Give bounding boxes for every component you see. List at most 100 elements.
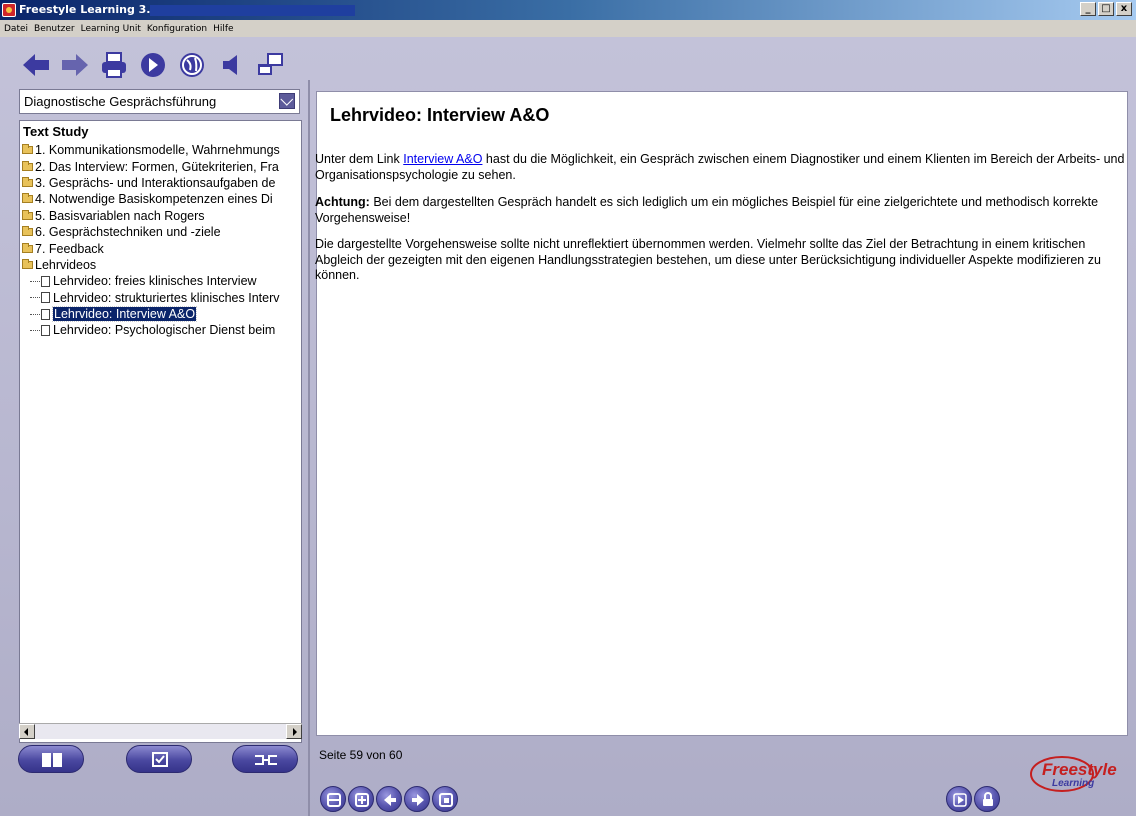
menu-benutzer[interactable]: Benutzer [31, 24, 78, 34]
tree-item-label: Lehrvideos [35, 257, 97, 272]
tree-item[interactable]: 4. Notwendige Basiskompetenzen eines Di [22, 191, 301, 207]
tree-title: Text Study [23, 124, 89, 139]
bookmark-button[interactable] [135, 48, 171, 82]
speaker-button[interactable] [213, 48, 249, 82]
play-icon [953, 793, 967, 807]
tree-item[interactable]: 6. Gesprächstechniken und -ziele [22, 224, 301, 240]
menu-hilfe[interactable]: Hilfe [210, 24, 236, 34]
menu-datei[interactable]: Datei [1, 24, 31, 34]
page-icon [41, 275, 50, 287]
tree-item-label: 6. Gesprächstechniken und -ziele [35, 225, 221, 240]
folder-icon [22, 209, 33, 220]
book-view-button[interactable] [18, 745, 84, 773]
folder-icon [22, 160, 33, 171]
tree-item-label: Lehrvideo: Interview A&O [51, 306, 198, 323]
overview-icon [439, 793, 453, 807]
forward-button[interactable] [57, 48, 93, 82]
panel-divider[interactable] [308, 80, 310, 816]
tree-item[interactable]: 1. Kommunikationsmodelle, Wahrnehmungs [22, 142, 301, 158]
tree-item-selected[interactable]: Lehrvideo: Interview A&O [22, 306, 301, 323]
bookmark-icon [141, 53, 165, 77]
folder-icon [22, 242, 33, 253]
tree-item[interactable]: Lehrvideo: Psychologischer Dienst beim [22, 322, 301, 338]
back-button[interactable] [18, 48, 54, 82]
page-counter: Seite 59 von 60 [319, 748, 403, 762]
course-select[interactable]: Diagnostische Gesprächsführung [19, 89, 300, 114]
tree-item[interactable]: 7. Feedback [22, 240, 301, 256]
print-button[interactable] [96, 48, 132, 82]
tree-item-label: Lehrvideo: Psychologischer Dienst beim [53, 323, 276, 338]
folder-icon [22, 226, 33, 237]
collapse-icon [327, 793, 341, 807]
arrow-left-icon [384, 794, 396, 806]
menu-bar: Datei Benutzer Learning Unit Konfigurati… [0, 20, 1136, 37]
folder-open-icon [22, 258, 33, 269]
window-icon [258, 53, 283, 75]
tree-item[interactable]: Lehrvideo: freies klinisches Interview [22, 273, 301, 289]
intro-paragraph-text: Unter dem Link Interview A&O hast du die… [315, 152, 1127, 183]
tree-item[interactable]: Lehrvideos [22, 257, 301, 273]
title-bar: Freestyle Learning 3.5 - _ □ x [0, 0, 1136, 20]
tree-item[interactable]: 5. Basisvariablen nach Rogers [22, 208, 301, 224]
maximize-button[interactable]: □ [1098, 2, 1114, 16]
overview-button[interactable] [432, 786, 458, 812]
title-redaction [150, 5, 355, 16]
menu-learning-unit[interactable]: Learning Unit [78, 24, 144, 34]
svg-text:Learning: Learning [1052, 778, 1094, 789]
tree-item[interactable]: Lehrvideo: strukturiertes klinisches Int… [22, 290, 301, 306]
connect-view-button[interactable] [232, 745, 298, 773]
svg-text:Freestyle: Freestyle [1042, 760, 1117, 779]
course-select-value: Diagnostische Gesprächsführung [24, 94, 217, 109]
tree-item-label: 2. Das Interview: Formen, Gütekriterien,… [35, 159, 279, 174]
checkbox-view-button[interactable] [126, 745, 192, 773]
close-button[interactable]: x [1116, 2, 1132, 16]
toolbar [18, 48, 291, 82]
lock-button[interactable] [974, 786, 1000, 812]
page-icon [41, 324, 50, 336]
folder-icon [22, 193, 33, 204]
freestyle-learning-logo: Freestyle Learning [1030, 756, 1117, 792]
arrow-right-icon [412, 794, 424, 806]
globe-button[interactable] [174, 48, 210, 82]
content-panel: Lehrvideo: Interview A&O Unter dem Link … [315, 91, 1128, 736]
warning-paragraph: Achtung: Bei dem dargestellten Gespräch … [315, 195, 1127, 226]
tree-item-label: Lehrvideo: freies klinisches Interview [53, 274, 257, 289]
warning-text: Bei dem dargestellten Gespräch handelt e… [315, 195, 1099, 225]
tree-item-label: 1. Kommunikationsmodelle, Wahrnehmungs [35, 143, 280, 158]
intro-text: Unter dem Link [315, 152, 404, 166]
tree-item[interactable]: 2. Das Interview: Formen, Gütekriterien,… [22, 158, 301, 174]
folder-icon [22, 144, 33, 155]
book-icon [42, 753, 62, 767]
page-icon [41, 292, 50, 304]
method-paragraph: Die dargestellte Vorgehensweise sollte n… [315, 237, 1101, 282]
content-tree: Text Study 1. Kommunikationsmodelle, Wah… [19, 120, 302, 743]
minimize-button[interactable]: _ [1080, 2, 1096, 16]
tree-item-label: 7. Feedback [35, 241, 104, 256]
interview-link[interactable]: Interview A&O [403, 152, 482, 166]
tree-item-label: 3. Gesprächs- und Interaktionsaufgaben d… [35, 175, 276, 190]
window-title: Freestyle Learning 3.5 - [19, 3, 167, 16]
scroll-left-arrow-icon[interactable] [19, 724, 35, 739]
chevron-down-icon[interactable] [279, 93, 295, 109]
expand-button[interactable] [348, 786, 374, 812]
next-page-button[interactable] [404, 786, 430, 812]
warning-label: Achtung: [315, 195, 370, 209]
print-icon [102, 52, 126, 78]
forward-icon [62, 54, 88, 76]
tree-item-label: 4. Notwendige Basiskompetenzen eines Di [35, 192, 273, 207]
back-icon [23, 54, 49, 76]
page-icon [41, 308, 50, 320]
previous-page-button[interactable] [376, 786, 402, 812]
menu-konfiguration[interactable]: Konfiguration [144, 24, 210, 34]
globe-icon [180, 53, 204, 77]
expand-icon [355, 793, 369, 807]
tree-item-label: 5. Basisvariablen nach Rogers [35, 208, 205, 223]
play-button[interactable] [946, 786, 972, 812]
tree-item[interactable]: 3. Gesprächs- und Interaktionsaufgaben d… [22, 175, 301, 191]
scroll-right-arrow-icon[interactable] [286, 724, 302, 739]
collapse-button[interactable] [320, 786, 346, 812]
window-button[interactable] [252, 48, 288, 82]
check-icon [152, 752, 168, 767]
tree-item-label: Lehrvideo: strukturiertes klinisches Int… [53, 290, 280, 305]
tree-horizontal-scrollbar[interactable] [19, 723, 302, 739]
